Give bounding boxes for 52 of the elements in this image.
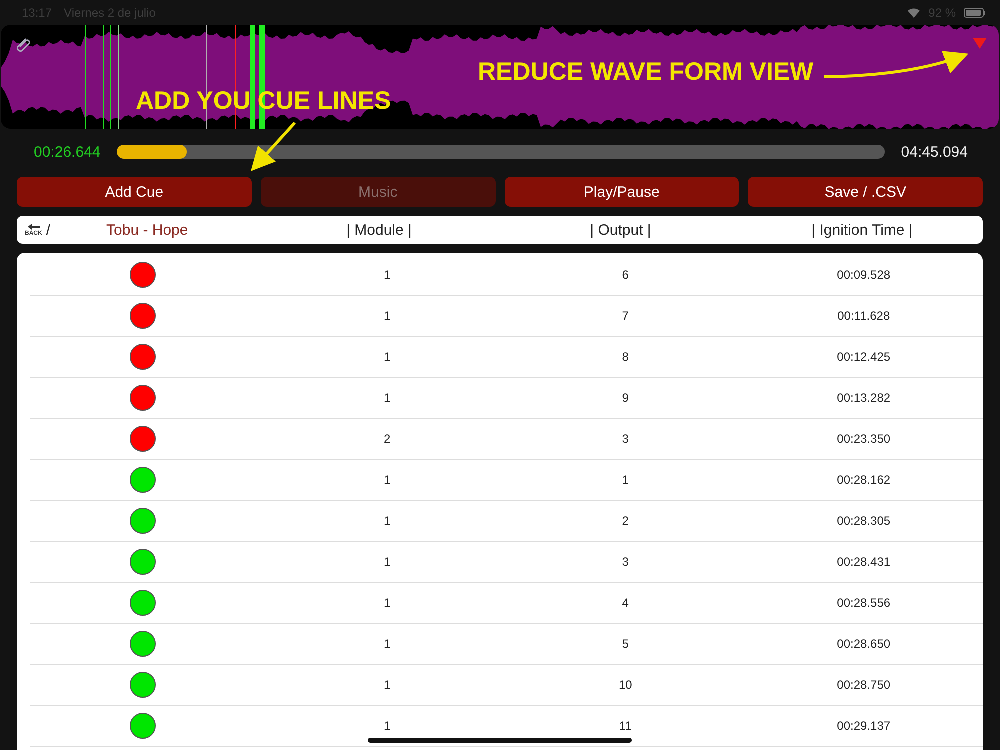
table-cell: 10	[618, 678, 632, 692]
table-cell: 1	[384, 555, 391, 569]
table-cell: 00:29.137	[837, 719, 891, 733]
table-cell: 3	[622, 555, 629, 569]
column-header: | Output |	[589, 222, 652, 238]
song-title: Tobu - Hope	[106, 222, 188, 238]
table-cell: 2	[622, 514, 629, 528]
separator: /	[46, 222, 51, 238]
column-header: | Module |	[346, 222, 413, 238]
table-cell: 11	[619, 719, 632, 733]
table-cell: 00:23.350	[837, 432, 891, 446]
total-time: 04:45.094	[901, 144, 968, 160]
triangle-icon[interactable]	[972, 37, 988, 50]
table-cell: 1	[384, 596, 391, 610]
table-cell: 1	[384, 350, 391, 364]
table-cell: 00:13.282	[837, 391, 891, 405]
table-cell: 00:28.556	[837, 596, 891, 610]
action-button[interactable]: Play/Pause	[504, 177, 740, 207]
table-cell: 1	[622, 473, 629, 487]
table-cell: 1	[384, 678, 391, 692]
table-cell: 00:28.162	[837, 473, 891, 487]
table-cell: 4	[622, 596, 629, 610]
table-cell: 1	[384, 719, 391, 733]
table-cell: 8	[622, 350, 629, 364]
action-button[interactable]: Add Cue	[17, 177, 252, 207]
table-cell: 1	[384, 637, 391, 651]
arrow-icon	[26, 223, 41, 231]
wifi-icon	[906, 6, 921, 18]
table-cell: 00:28.650	[837, 637, 891, 651]
table-cell: 1	[384, 268, 391, 282]
table-cell: 5	[622, 637, 629, 651]
table-cell: 00:09.528	[837, 268, 891, 282]
table-cell: 6	[622, 268, 629, 282]
elapsed-time: 00:26.644	[34, 144, 101, 160]
table-cell: 9	[622, 391, 629, 405]
annotation-text: REDUCE WAVE FORM VIEW	[478, 58, 814, 87]
table-cell: 00:12.425	[837, 350, 891, 364]
table-cell: 1	[384, 514, 391, 528]
table-cell: 00:11.628	[838, 309, 890, 323]
action-button[interactable]: Save / .CSV	[748, 177, 983, 207]
battery-icon	[964, 8, 986, 18]
table-cell: 1	[384, 309, 391, 323]
column-header: | Ignition Time |	[810, 222, 914, 238]
table-cell: 7	[622, 309, 629, 323]
table-cell: 00:28.305	[837, 514, 891, 528]
table-cell: 00:28.431	[837, 555, 891, 569]
table-cell: 1	[384, 473, 391, 487]
table-cell: 2	[384, 432, 391, 446]
table-cell: 1	[384, 391, 391, 405]
table-cell: 3	[622, 432, 629, 446]
table-cell: 00:28.750	[837, 678, 891, 692]
annotation-arrow	[250, 122, 296, 172]
